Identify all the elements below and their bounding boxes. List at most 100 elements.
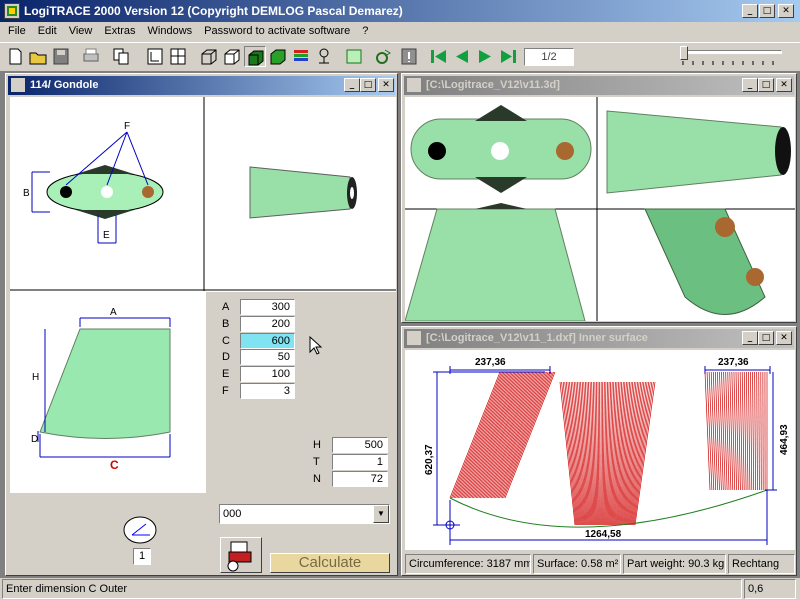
label-a: A — [110, 307, 117, 318]
frame-icon[interactable] — [343, 46, 365, 67]
app-icon[interactable] — [4, 3, 20, 19]
print-icon[interactable] — [80, 46, 102, 67]
dim-label-a: A — [222, 301, 230, 313]
param-n-input[interactable]: 72 — [332, 471, 388, 487]
window-dxf-minimize[interactable]: _ — [742, 331, 758, 345]
info-circumference: Circumference: 3187 mm — [405, 554, 531, 574]
dim-e-input[interactable]: 100 — [240, 366, 295, 382]
dim-b-input[interactable]: 200 — [240, 316, 295, 332]
hidden-lines-box-icon[interactable] — [221, 46, 243, 67]
copy-icon[interactable] — [110, 46, 132, 67]
3d-render-view — [405, 97, 795, 321]
calculate-label: Calculate — [298, 554, 362, 571]
param-label-t: T — [313, 456, 320, 468]
material-dropdown[interactable]: 000 ▼ — [219, 504, 390, 524]
new-file-icon[interactable] — [4, 46, 26, 67]
material-dropdown-value: 000 — [223, 508, 242, 520]
window-dxf-view: [C:\Logitrace_V12\v11_1.dxf] Inner surfa… — [401, 326, 797, 576]
shaded-box-icon[interactable] — [244, 46, 266, 67]
menu-password[interactable]: Password to activate software — [198, 22, 356, 41]
print-sheet-button[interactable] — [220, 537, 262, 573]
calculate-button[interactable]: Calculate — [270, 553, 390, 573]
lower-left-panel — [10, 493, 206, 573]
label-c: C — [110, 458, 119, 472]
hatch-line — [752, 371, 755, 491]
colors-icon[interactable] — [290, 46, 312, 67]
slider-track — [682, 50, 782, 54]
dim-right-height: 464,93 — [779, 424, 790, 455]
exclamation-icon[interactable] — [398, 46, 420, 67]
info-surface: Surface: 0.58 m² — [533, 554, 621, 574]
dim-f-input[interactable]: 3 — [240, 383, 295, 399]
label-b: B — [23, 188, 30, 199]
smooth-box-icon[interactable] — [267, 46, 289, 67]
menu-extras[interactable]: Extras — [98, 22, 141, 41]
zoom-slider[interactable] — [680, 46, 784, 68]
save-icon[interactable] — [50, 46, 72, 67]
dim-left-height: 620,37 — [424, 444, 435, 475]
dim-d-input[interactable]: 50 — [240, 349, 295, 365]
label-h: H — [32, 372, 39, 383]
tree-icon[interactable] — [313, 46, 335, 67]
hatch-line — [723, 371, 728, 491]
last-page-icon[interactable] — [497, 46, 519, 67]
hatch-line — [754, 371, 756, 491]
window-gondole-close[interactable]: ✕ — [378, 78, 394, 92]
dim-label-d: D — [222, 351, 230, 363]
prev-page-icon[interactable] — [451, 46, 473, 67]
dropdown-arrow-icon[interactable]: ▼ — [373, 505, 389, 523]
hatch-line — [750, 371, 753, 491]
menu-bar: File Edit View Extras Windows Password to act… — [0, 22, 800, 42]
first-page-icon[interactable] — [428, 46, 450, 67]
info-part-weight: Part weight: 90.3 kg — [623, 554, 726, 574]
window-3d-maximize[interactable]: □ — [758, 78, 774, 92]
slider-thumb[interactable] — [680, 46, 688, 60]
close-button[interactable]: ✕ — [778, 4, 794, 18]
hatch-line — [597, 381, 600, 526]
window-gondole-minimize[interactable]: _ — [344, 78, 360, 92]
single-view-icon[interactable] — [144, 46, 166, 67]
window-3d-minimize[interactable]: _ — [742, 78, 758, 92]
label-d: D — [31, 434, 38, 445]
dim-label-c: C — [222, 335, 230, 347]
flat-pattern-drawing: 237,36 237,36 620,37 464,93 1264,58 — [405, 350, 795, 550]
minimize-button[interactable]: _ — [742, 4, 758, 18]
open-folder-icon[interactable] — [27, 46, 49, 67]
four-views-icon[interactable] — [167, 46, 189, 67]
window-dxf-maximize[interactable]: □ — [758, 331, 774, 345]
label-e: E — [103, 230, 110, 241]
hatch-line — [712, 371, 718, 491]
status-bar: Enter dimension C Outer 0,6 — [0, 578, 800, 600]
page-indicator: 1/2 — [524, 48, 574, 66]
hatch-line — [717, 371, 722, 491]
menu-windows[interactable]: Windows — [142, 22, 199, 41]
hatch-line — [714, 371, 720, 491]
menu-view[interactable]: View — [63, 22, 99, 41]
dim-bottom-width: 1264,58 — [585, 529, 622, 540]
menu-file[interactable]: File — [2, 22, 32, 41]
wireframe-box-icon[interactable] — [198, 46, 220, 67]
dim-top-left: 237,36 — [475, 357, 506, 368]
dim-top-right: 237,36 — [718, 357, 749, 368]
window-dxf-close[interactable]: ✕ — [776, 331, 792, 345]
rotate-icon[interactable] — [372, 46, 394, 67]
angle-icon[interactable] — [122, 515, 158, 545]
window-gondole-title: 114/ Gondole — [30, 79, 99, 91]
status-value: 0,6 — [744, 579, 796, 599]
menu-help[interactable]: ? — [356, 22, 374, 41]
param-t-input[interactable]: 1 — [332, 454, 388, 470]
window-3d-close[interactable]: ✕ — [776, 78, 792, 92]
hatch-line — [745, 371, 749, 491]
menu-edit[interactable]: Edit — [32, 22, 63, 41]
next-page-icon[interactable] — [474, 46, 496, 67]
window-gondole-maximize[interactable]: □ — [360, 78, 376, 92]
window-dxf-titlebar: [C:\Logitrace_V12\v11_1.dxf] Inner surfa… — [404, 329, 794, 348]
param-label-n: N — [313, 473, 321, 485]
dim-a-input[interactable]: 300 — [240, 299, 295, 315]
param-h-input[interactable]: 500 — [332, 437, 388, 453]
drawing-area: F B E A H D C — [10, 97, 396, 493]
counter-field[interactable]: 1 — [133, 548, 151, 565]
maximize-button[interactable]: □ — [759, 4, 775, 18]
hatch-line — [741, 371, 745, 491]
dim-c-input[interactable]: 600 — [240, 333, 295, 349]
